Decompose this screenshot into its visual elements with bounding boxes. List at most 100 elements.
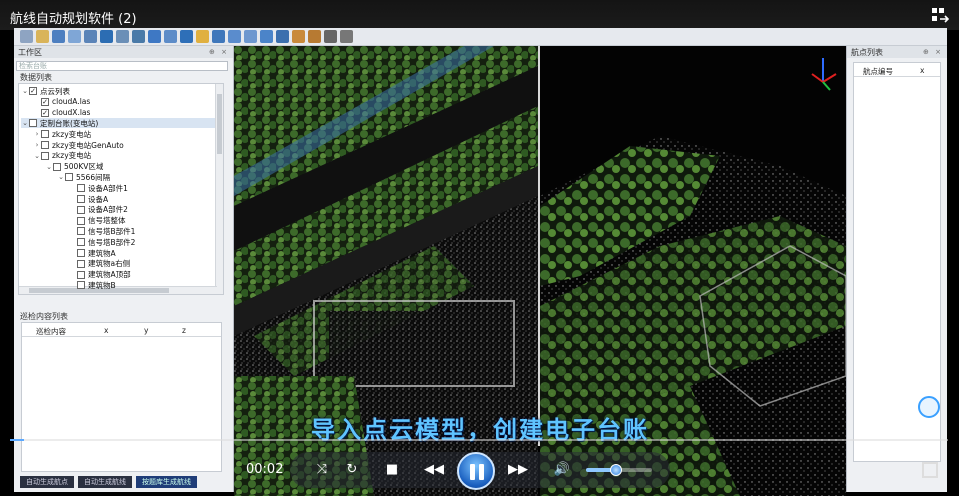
view-3d-icon[interactable]	[100, 30, 113, 43]
volume-slider[interactable]	[586, 464, 652, 476]
tree-item[interactable]: ⌄ 定制台账(变电站)	[21, 118, 215, 129]
tree-item[interactable]: ⌄ 500KV区域	[45, 162, 215, 172]
stop-icon[interactable]: ■	[382, 462, 402, 477]
tree-checkbox[interactable]: ✓	[41, 108, 49, 117]
auto-route-button[interactable]: 自动生成航线	[78, 476, 132, 488]
tree-item[interactable]: › zkzy变电站GenAuto	[33, 140, 215, 150]
chevron-down-icon[interactable]: ⌄	[21, 87, 29, 95]
tree-checkbox[interactable]	[77, 259, 85, 268]
tree-checkbox[interactable]	[53, 162, 61, 171]
help-icon[interactable]	[918, 396, 940, 418]
col-inspect-content[interactable]: 巡检内容	[36, 326, 66, 337]
volume-knob[interactable]	[609, 464, 622, 476]
shuffle-icon[interactable]: ⤨	[312, 462, 332, 477]
polygon-icon[interactable]	[212, 30, 225, 43]
box-icon[interactable]	[292, 30, 305, 43]
chevron-down-icon[interactable]: ⌄	[57, 173, 65, 181]
tree-checkbox[interactable]	[77, 195, 85, 203]
tree-checkbox[interactable]: ✓	[29, 87, 37, 95]
col-y[interactable]: y	[144, 326, 148, 335]
pointer-icon[interactable]	[148, 30, 161, 43]
tree-item[interactable]: 建筑物B	[69, 280, 215, 290]
tree-checkbox[interactable]	[77, 184, 85, 193]
tree-checkbox[interactable]	[77, 216, 85, 225]
tree-checkbox[interactable]: ✓	[41, 97, 49, 106]
tree-checkbox[interactable]	[65, 173, 73, 182]
tree-checkbox[interactable]	[77, 205, 85, 214]
tree-checkbox[interactable]	[41, 151, 49, 160]
tree-checkbox[interactable]	[77, 249, 85, 257]
cylinder-icon[interactable]	[276, 30, 289, 43]
tree-item-label: cloudX.las	[52, 108, 91, 118]
workspace-header: 工作区 ⊕ ×	[14, 46, 233, 58]
tree-checkbox[interactable]	[29, 119, 37, 128]
tree-item[interactable]: ⌄ 5566间隔	[57, 172, 215, 182]
tree-item[interactable]: 建筑物A	[69, 248, 215, 258]
upload-icon[interactable]	[340, 30, 353, 43]
tree-item[interactable]: ✓ cloudA.las	[33, 97, 215, 107]
book-icon[interactable]	[308, 30, 321, 43]
tree-item[interactable]: 信号塔整体	[69, 216, 215, 226]
video-progress-fill	[10, 439, 25, 441]
fast-forward-icon[interactable]: ▶▶	[508, 462, 528, 477]
tree-item[interactable]: › zkzy变电站	[33, 129, 215, 139]
tree-checkbox[interactable]	[77, 270, 85, 279]
new-file-icon[interactable]	[20, 30, 33, 43]
rotate-icon[interactable]	[164, 30, 177, 43]
repeat-icon[interactable]: ↻	[342, 462, 362, 477]
tree-item[interactable]: 设备A部件2	[69, 205, 215, 215]
route-icon[interactable]	[180, 30, 193, 43]
panel-pin-close-icon[interactable]: ⊕ ×	[923, 48, 943, 56]
tree-item[interactable]: 信号塔B部件1	[69, 226, 215, 236]
chevron-down-icon[interactable]: ⌄	[45, 163, 53, 171]
video-progress-bar[interactable]	[10, 439, 948, 441]
workspace-panel: 工作区 ⊕ × 检索台账 数据列表 ⌄ ✓ 点云列表 ✓ cloudA.las ✓ clou…	[14, 46, 234, 492]
layers-icon[interactable]	[84, 30, 97, 43]
col-x[interactable]: x	[920, 66, 924, 75]
lasso-icon[interactable]	[196, 30, 209, 43]
monitor-icon[interactable]	[324, 30, 337, 43]
waypoint-header: 航点列表 ⊕ ×	[847, 46, 947, 58]
ledger-search-input[interactable]: 检索台账	[16, 61, 228, 71]
grid-icon[interactable]	[116, 30, 129, 43]
tree-item[interactable]: 设备A	[69, 194, 215, 204]
tree-item[interactable]: 设备A部件1	[69, 183, 215, 193]
tree-checkbox[interactable]	[77, 227, 85, 236]
auto-waypoint-button[interactable]: 自动生成航点	[20, 476, 74, 488]
tree-item-label: 5566间隔	[76, 172, 111, 182]
col-x[interactable]: x	[104, 326, 108, 335]
cloud-icon[interactable]	[68, 30, 81, 43]
chevron-right-icon[interactable]: ›	[33, 141, 41, 149]
col-waypoint-id[interactable]: 航点编号	[863, 66, 893, 77]
fullscreen-icon[interactable]	[922, 462, 938, 478]
tree-checkbox[interactable]	[41, 141, 49, 149]
playlist-icon[interactable]	[931, 7, 949, 23]
tree-item[interactable]: 建筑物A顶部	[69, 270, 215, 280]
pause-button[interactable]	[457, 452, 495, 490]
tree-checkbox[interactable]	[77, 281, 85, 290]
measure-icon[interactable]	[132, 30, 145, 43]
open-folder-icon[interactable]	[36, 30, 49, 43]
inspection-list-label: 巡检内容列表	[20, 312, 68, 321]
globe-icon[interactable]	[228, 30, 241, 43]
tree-checkbox[interactable]	[77, 238, 85, 247]
chevron-down-icon[interactable]: ⌄	[21, 119, 29, 127]
tree-item[interactable]: ✓ cloudX.las	[33, 108, 215, 118]
chevron-down-icon[interactable]: ⌄	[33, 152, 41, 160]
cube-icon[interactable]	[244, 30, 257, 43]
tree-item[interactable]: ⌄ ✓ 点云列表	[21, 86, 215, 96]
tree-vertical-scrollbar[interactable]	[215, 84, 223, 294]
sphere-icon[interactable]	[260, 30, 273, 43]
tree-item[interactable]: ⌄ zkzy变电站	[33, 151, 215, 161]
rewind-icon[interactable]: ◀◀	[424, 462, 444, 477]
panel-pin-close-icon[interactable]: ⊕ ×	[209, 48, 229, 56]
tree-checkbox[interactable]	[41, 130, 49, 139]
col-z[interactable]: z	[182, 326, 186, 335]
tree-item[interactable]: 建筑物a右侧	[69, 259, 215, 269]
edit-icon[interactable]	[52, 30, 65, 43]
volume-icon[interactable]: 🔊	[552, 462, 572, 477]
chevron-right-icon[interactable]: ›	[33, 130, 41, 138]
template-route-button[interactable]: 按题库生成航线	[136, 476, 197, 488]
tree-item[interactable]: 信号塔B部件2	[69, 237, 215, 247]
tree-item-label: 建筑物a右侧	[88, 259, 131, 269]
